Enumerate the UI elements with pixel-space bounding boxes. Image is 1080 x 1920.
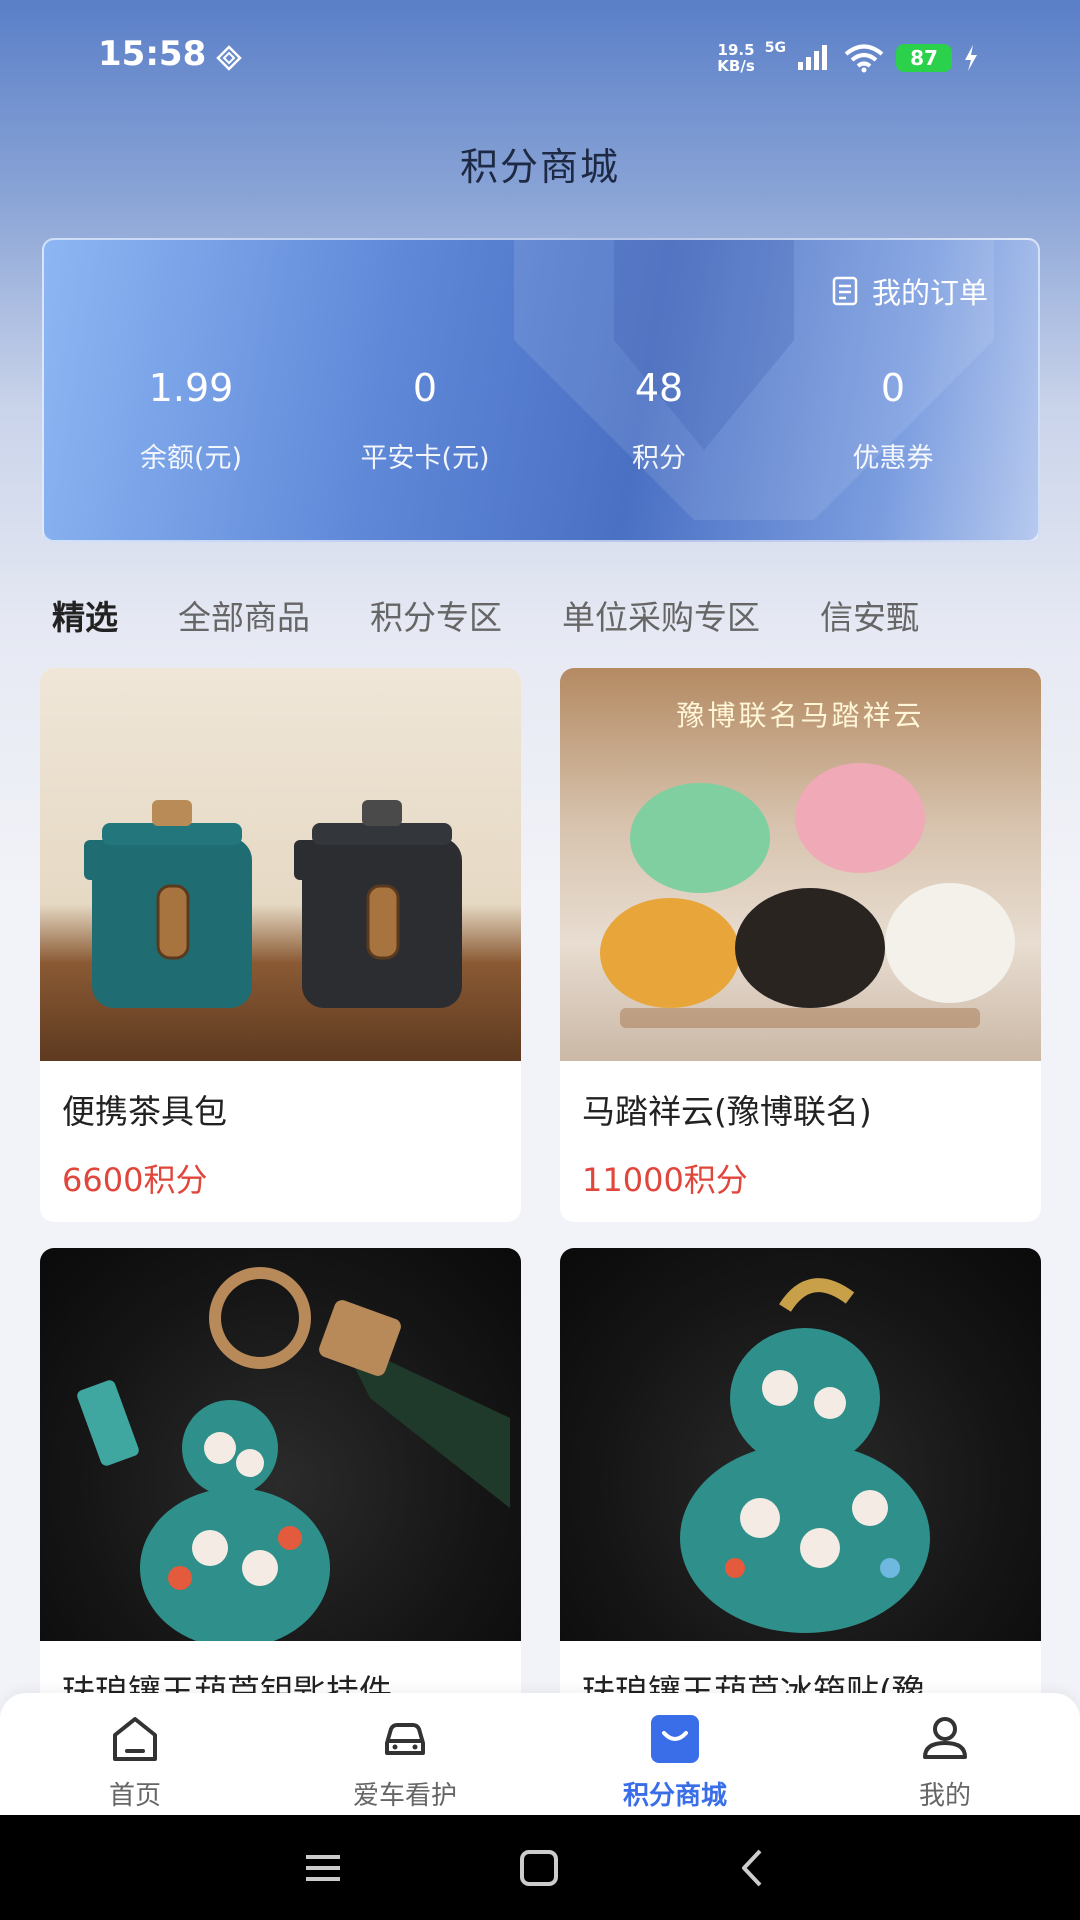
stat-value: 0: [412, 366, 438, 410]
tab-xinanzhen[interactable]: 信安甄: [820, 591, 919, 639]
tea-set-illustration: [84, 800, 462, 1008]
stat-value: 1.99: [148, 366, 234, 410]
car-icon: [385, 1723, 425, 1755]
network-type: 5G: [764, 40, 786, 56]
tab-all-products[interactable]: 全部商品: [178, 591, 310, 639]
location-diamond-icon: [216, 45, 242, 71]
menu-icon[interactable]: [298, 1843, 348, 1893]
nav-home[interactable]: 首页: [0, 1693, 270, 1815]
system-navigation-bar: [0, 1815, 1080, 1920]
nav-points-mall[interactable]: 积分商城: [540, 1693, 810, 1815]
stat-label: 平安卡(元): [360, 443, 490, 474]
page-title: 积分商城: [459, 145, 620, 189]
user-icon: [923, 1717, 967, 1759]
nav-car-care[interactable]: 爱车看护: [270, 1693, 540, 1815]
stat-label: 积分: [632, 443, 686, 474]
product-image: [560, 1248, 1041, 1641]
product-price: 6600积分: [62, 1161, 208, 1199]
shopping-bag-icon: [651, 1715, 699, 1763]
product-name: 马踏祥云(豫博联名): [582, 1092, 872, 1131]
signal-icon: [798, 45, 827, 70]
status-bar: 15:58 19.5 KB/s 5G 87: [0, 0, 1080, 115]
product-card[interactable]: 珐琅镶玉葫芦钥匙挂件: [40, 1248, 521, 1708]
net-speed: 19.5 KB/s: [717, 42, 754, 74]
my-orders-link[interactable]: 我的订单: [832, 270, 988, 312]
nav-label: 我的: [918, 1781, 971, 1811]
order-list-icon: [832, 276, 858, 306]
stat-balance[interactable]: 1.99 余额(元): [74, 366, 308, 475]
nav-label: 首页: [108, 1781, 161, 1811]
tab-corporate-purchase[interactable]: 单位采购专区: [562, 591, 760, 639]
stat-safety-card[interactable]: 0 平安卡(元): [308, 366, 542, 475]
charging-icon: [965, 45, 977, 71]
product-image: [40, 668, 521, 1061]
product-name: 便携茶具包: [62, 1092, 227, 1131]
gourd-magnet-illustration: [680, 1278, 930, 1633]
category-tabs: 精选 全部商品 积分专区 单位采购专区 信安甄: [52, 590, 1080, 640]
stat-label: 优惠券: [852, 443, 934, 474]
product-banner-text: 豫博联名马踏祥云: [676, 699, 925, 732]
product-image: [40, 1248, 521, 1641]
stat-value: 48: [634, 366, 684, 410]
tab-points-zone[interactable]: 积分专区: [370, 591, 502, 639]
account-stats: 1.99 余额(元) 0 平安卡(元) 48 积分 0 优惠券: [44, 366, 1038, 475]
home-icon: [113, 1717, 157, 1761]
nav-label: 爱车看护: [352, 1781, 457, 1811]
stat-value: 0: [880, 366, 906, 410]
gourd-keychain-illustration: [77, 1267, 510, 1641]
nav-label: 积分商城: [622, 1781, 727, 1811]
product-price: 11000积分: [582, 1161, 748, 1199]
nav-profile[interactable]: 我的: [810, 1693, 1080, 1815]
tab-featured[interactable]: 精选: [52, 591, 118, 639]
status-time: 15:58: [98, 34, 207, 74]
stat-label: 余额(元): [139, 443, 243, 474]
wifi-icon: [844, 44, 884, 73]
stat-coupons[interactable]: 0 优惠券: [776, 366, 1010, 475]
home-square-icon[interactable]: [514, 1843, 564, 1893]
battery-indicator: 87: [896, 44, 952, 72]
account-summary-card: 我的订单 1.99 余额(元) 0 平安卡(元) 48 积分 0 优惠券: [42, 238, 1040, 542]
bottom-navigation: 首页 爱车看护 积分商城 我的: [0, 1693, 1080, 1815]
product-image: 豫博联名马踏祥云: [560, 668, 1041, 1061]
back-icon[interactable]: [728, 1843, 778, 1893]
product-card[interactable]: 便携茶具包 6600积分: [40, 668, 521, 1222]
my-orders-label: 我的订单: [871, 276, 988, 310]
product-card[interactable]: 珐琅镶玉葫芦冰箱贴(豫: [560, 1248, 1041, 1708]
net-speed-unit: KB/s: [717, 57, 755, 75]
stat-points[interactable]: 48 积分: [542, 366, 776, 475]
status-indicators: 19.5 KB/s 5G 87: [717, 38, 980, 78]
net-speed-value: 19.5: [717, 41, 755, 59]
product-card[interactable]: 豫博联名马踏祥云 马踏祥云(豫博联名) 11000积分: [560, 668, 1041, 1222]
